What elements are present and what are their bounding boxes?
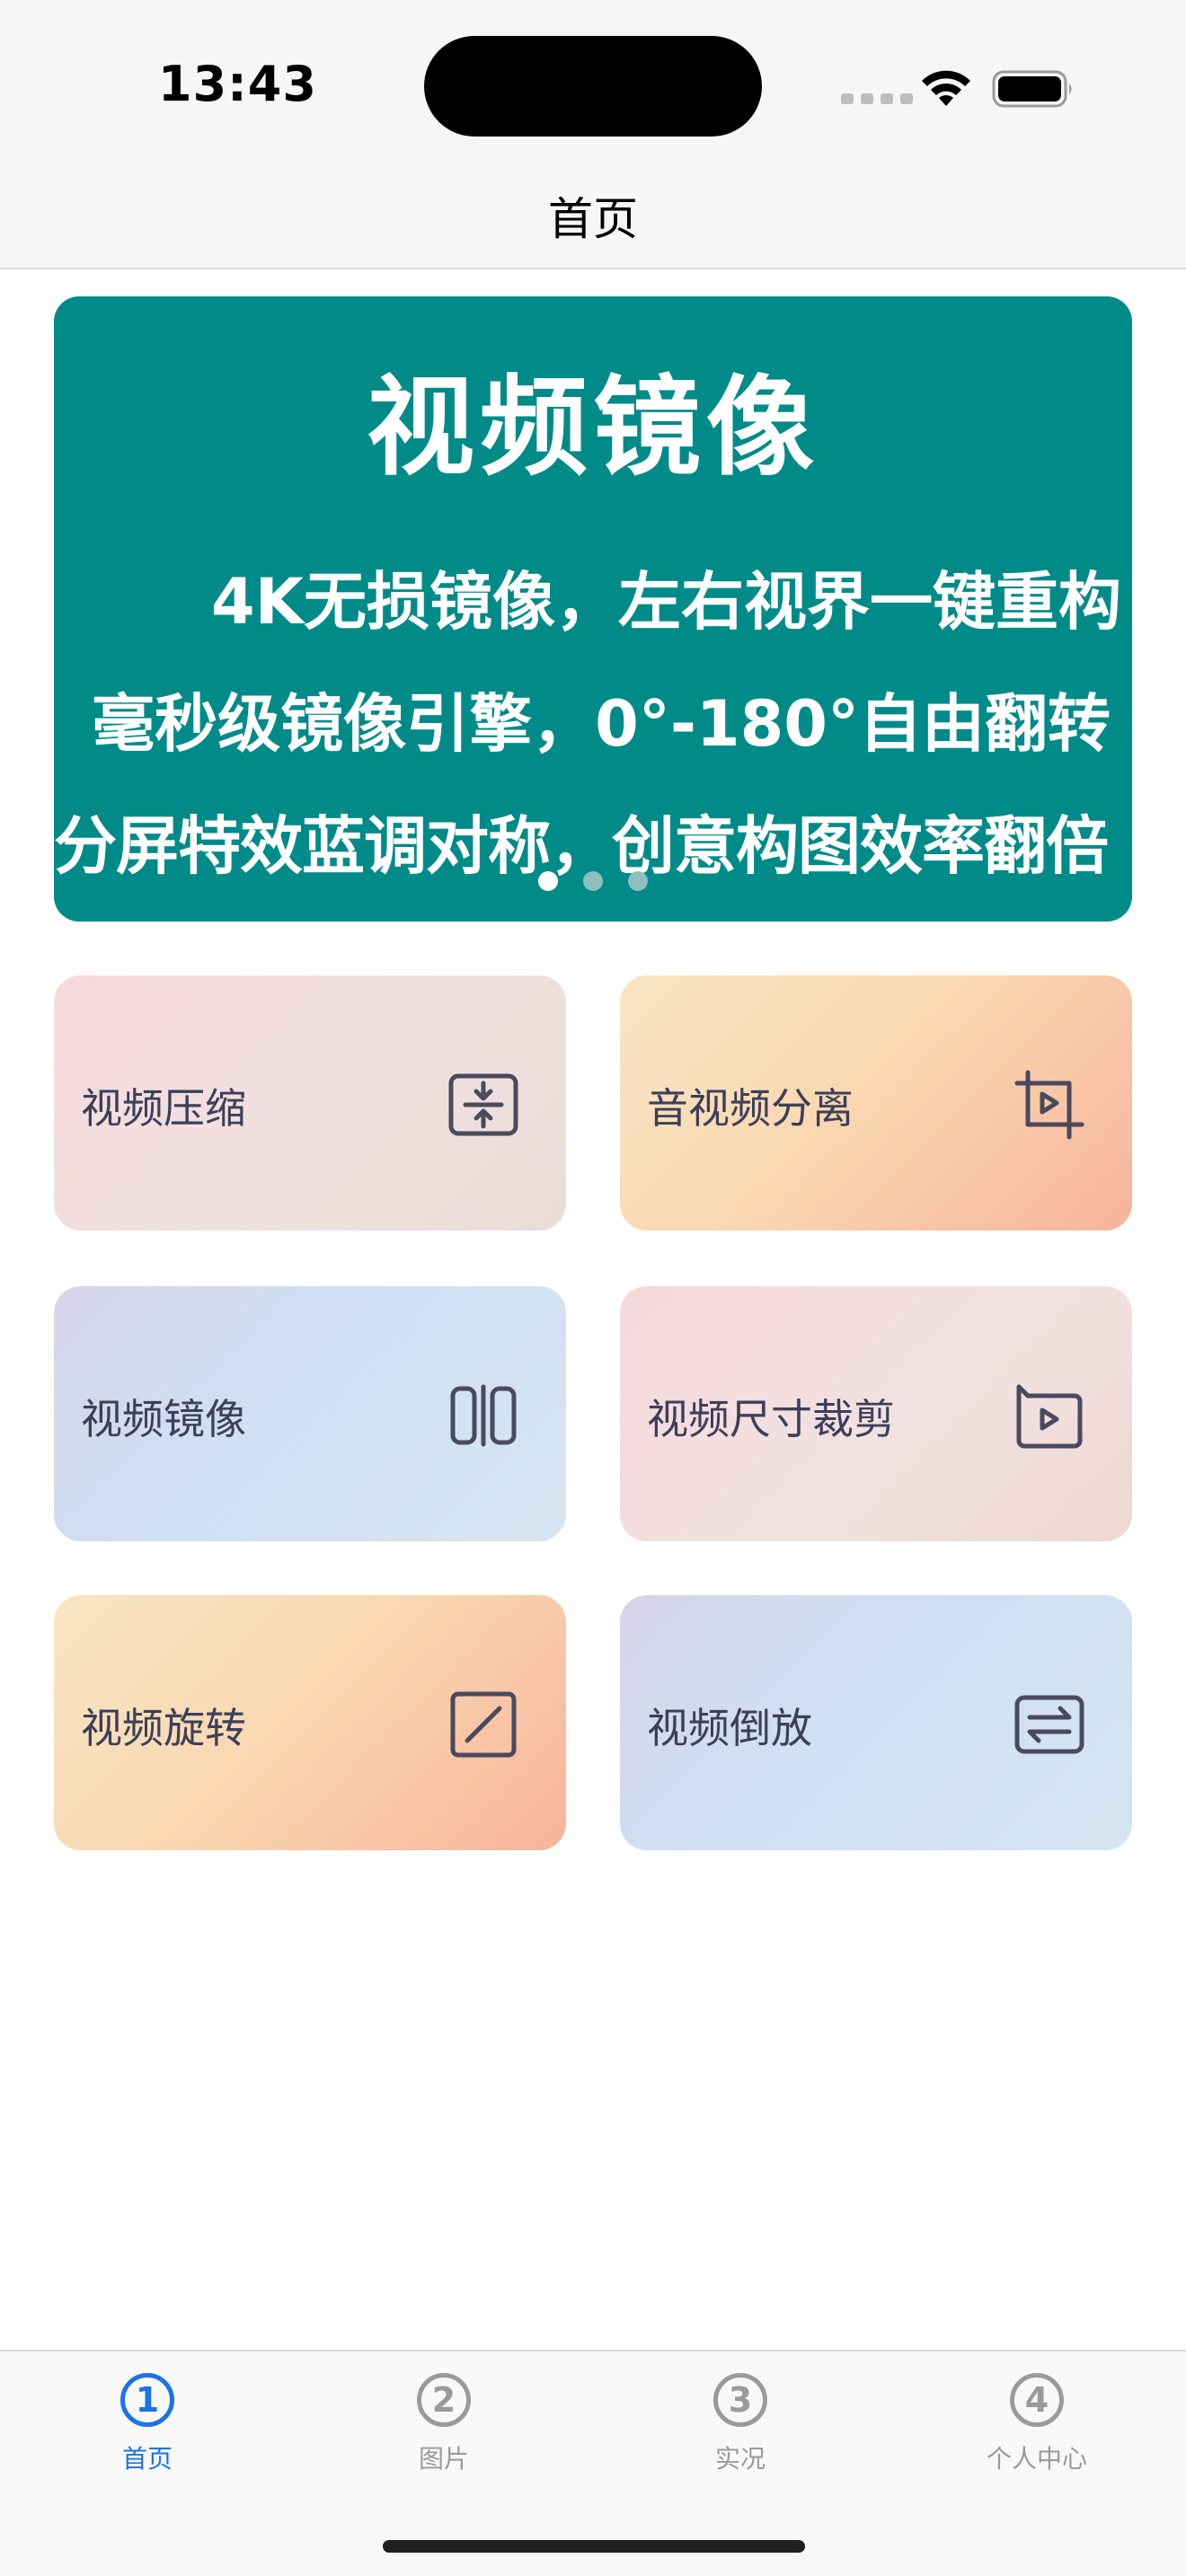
tile-label: 视频倒放 <box>647 1704 812 1752</box>
tile-video-reverse[interactable]: 视频倒放 <box>620 1595 1132 1850</box>
page-dot[interactable] <box>538 871 558 891</box>
reverse-arrows-icon <box>1014 1695 1084 1754</box>
tab-images-icon: 2 <box>417 2373 471 2427</box>
navigation-bar: 首页 <box>0 144 1186 269</box>
tile-video-mirror[interactable]: 视频镜像 <box>54 1286 566 1541</box>
slash-square-icon <box>450 1691 517 1758</box>
mirror-icon <box>450 1384 517 1447</box>
tab-live[interactable]: 3 实况 <box>651 2373 830 2490</box>
cellular-signal-icon <box>841 93 916 106</box>
tile-label: 音视频分离 <box>647 1084 854 1133</box>
tile-label: 视频镜像 <box>81 1395 246 1443</box>
tile-audio-video-split[interactable]: 音视频分离 <box>620 975 1132 1231</box>
compress-icon <box>448 1073 518 1136</box>
tab-home-icon: 1 <box>120 2373 174 2427</box>
banner-line: 毫秒级镜像引擎，0°-180°自由翻转 <box>92 687 1111 761</box>
tab-profile-icon: 4 <box>1010 2373 1064 2427</box>
tab-profile[interactable]: 4 个人中心 <box>947 2373 1127 2490</box>
home-indicator[interactable] <box>383 2540 805 2553</box>
dynamic-island <box>424 36 762 137</box>
banner-line: 4K无损镜像，左右视界一键重构 <box>211 565 1121 639</box>
tab-label: 实况 <box>714 2444 766 2474</box>
banner-title: 视频镜像 <box>367 366 819 490</box>
promo-banner[interactable]: 视频镜像 4K无损镜像，左右视界一键重构 毫秒级镜像引擎，0°-180°自由翻转… <box>54 296 1132 922</box>
page-dot[interactable] <box>583 871 603 891</box>
status-time: 13:43 <box>158 56 317 112</box>
rotate-play-icon <box>1016 1384 1083 1449</box>
tile-label: 视频压缩 <box>81 1084 246 1133</box>
tab-label: 图片 <box>418 2444 469 2474</box>
tab-label: 首页 <box>121 2444 173 2474</box>
crop-play-icon <box>1014 1070 1084 1140</box>
tile-video-crop[interactable]: 视频尺寸裁剪 <box>620 1286 1132 1541</box>
tab-label: 个人中心 <box>986 2444 1087 2474</box>
tile-label: 视频旋转 <box>81 1704 246 1752</box>
tab-images[interactable]: 2 图片 <box>354 2373 534 2490</box>
battery-icon <box>992 70 1072 108</box>
page-title: 首页 <box>548 193 638 245</box>
status-bar: 13:43 <box>0 0 1186 144</box>
page-indicator[interactable] <box>54 871 1132 895</box>
tile-video-compress[interactable]: 视频压缩 <box>54 975 566 1231</box>
tile-video-rotate[interactable]: 视频旋转 <box>54 1595 566 1850</box>
tile-label: 视频尺寸裁剪 <box>647 1395 895 1443</box>
page-dot[interactable] <box>628 871 648 891</box>
wifi-icon <box>922 70 970 106</box>
tab-live-icon: 3 <box>713 2373 767 2427</box>
tab-home[interactable]: 1 首页 <box>58 2373 237 2490</box>
